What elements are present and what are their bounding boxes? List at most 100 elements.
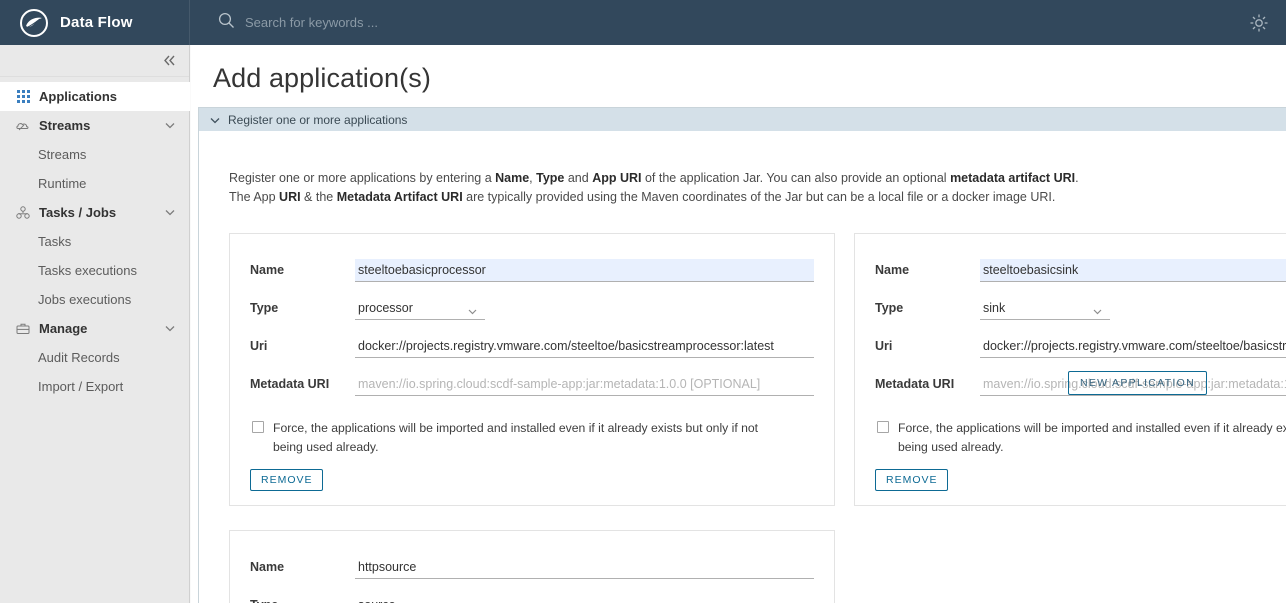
metadata-uri-input[interactable] (355, 373, 814, 396)
sidebar-item-jobs-executions[interactable]: Jobs executions (0, 285, 189, 314)
desc-text: & the (301, 190, 337, 204)
sidebar-item-tasks-jobs[interactable]: Tasks / Jobs (0, 198, 189, 227)
type-label: Type (250, 301, 355, 315)
panel-header[interactable]: Register one or more applications (199, 108, 1286, 131)
sidebar-item-label: Import / Export (38, 379, 123, 394)
uri-field-row: Uri (875, 327, 1286, 365)
panel-description: Register one or more applications by ent… (199, 131, 1286, 207)
description-line-2: The App URI & the Metadata Artifact URI … (229, 188, 1286, 207)
sidebar-item-tasks-executions[interactable]: Tasks executions (0, 256, 189, 285)
sidebar-item-label: Streams (39, 118, 90, 133)
chevron-down-icon[interactable] (165, 325, 175, 332)
search-area (218, 12, 1244, 34)
type-select[interactable]: appsourceprocessorsinktask (980, 297, 1110, 320)
double-chevron-left-icon[interactable] (162, 54, 177, 67)
main-content: Add application(s) Register one or more … (191, 45, 1286, 603)
grid-icon (16, 90, 30, 104)
cloud-icon (16, 119, 30, 133)
sidebar-item-audit-records[interactable]: Audit Records (0, 343, 189, 372)
sidebar-item-label: Audit Records (38, 350, 120, 365)
desc-bold-appuri: App URI (592, 171, 641, 185)
force-label: Force, the applications will be imported… (273, 419, 763, 457)
sidebar-item-streams[interactable]: Streams (0, 111, 189, 140)
force-label: Force, the applications will be imported… (898, 419, 1286, 457)
sidebar-item-label: Tasks (38, 234, 71, 249)
sidebar-item-label: Jobs executions (38, 292, 131, 307)
sidebar-item-tasks[interactable]: Tasks (0, 227, 189, 256)
name-input[interactable] (355, 259, 814, 282)
uri-field-row: Uri (250, 327, 814, 365)
card-row: NameTypeappsourceprocessorsinktaskUriMet… (229, 530, 1286, 603)
type-field-row: Typeappsourceprocessorsinktask (250, 289, 814, 327)
name-input[interactable] (355, 556, 814, 579)
sidebar-nav: Applications Streams Streams Runtime Tasks /… (0, 77, 189, 401)
desc-bold-name: Name (495, 171, 529, 185)
description-line-1: Register one or more applications by ent… (229, 169, 1286, 188)
register-panel: Register one or more applications Regist… (198, 107, 1286, 603)
sidebar-item-label: Tasks / Jobs (39, 205, 116, 220)
sidebar-item-manage[interactable]: Manage (0, 314, 189, 343)
sidebar-item-streams[interactable]: Streams (0, 140, 189, 169)
sidebar-item-label: Applications (39, 89, 117, 104)
sidebar-item-label: Streams (38, 147, 86, 162)
chevron-down-icon[interactable] (165, 209, 175, 216)
force-row: Force, the applications will be imported… (250, 419, 814, 457)
card-row: NameTypeappsourceprocessorsinktaskUriMet… (229, 233, 1286, 506)
sidebar-item-import-export[interactable]: Import / Export (0, 372, 189, 401)
name-label: Name (250, 560, 355, 574)
panel-header-label: Register one or more applications (228, 113, 407, 127)
name-field-row: Name (875, 251, 1286, 289)
name-input[interactable] (980, 259, 1286, 282)
type-field-row: Typeappsourceprocessorsinktask (875, 289, 1286, 327)
sidebar-collapse-row (0, 45, 189, 77)
search-icon (218, 12, 235, 34)
desc-text: Register one or more applications by ent… (229, 171, 495, 185)
type-select[interactable]: appsourceprocessorsinktask (355, 297, 485, 320)
uri-input[interactable] (980, 335, 1286, 358)
desc-bold-metadata-artifact: Metadata Artifact URI (337, 190, 463, 204)
sidebar-item-runtime[interactable]: Runtime (0, 169, 189, 198)
force-checkbox[interactable] (252, 421, 264, 433)
sidebar: Applications Streams Streams Runtime Tasks /… (0, 45, 190, 603)
sidebar-item-applications[interactable]: Applications (0, 82, 190, 111)
metadata-uri-field-row: Metadata URI (250, 365, 814, 403)
tasks-icon (16, 206, 30, 220)
brand[interactable]: Data Flow (0, 0, 190, 45)
name-label: Name (250, 263, 355, 277)
new-application-button[interactable]: NEW APPLICATION (1068, 371, 1207, 395)
desc-bold-uri: URI (279, 190, 301, 204)
chevron-down-icon[interactable] (165, 122, 175, 129)
sidebar-item-label: Manage (39, 321, 87, 336)
app-header: Data Flow (0, 0, 1286, 45)
desc-text: . (1075, 171, 1078, 185)
briefcase-icon (16, 322, 30, 336)
name-field-row: Name (250, 548, 814, 586)
name-field-row: Name (250, 251, 814, 289)
remove-button[interactable]: REMOVE (875, 469, 948, 491)
type-label: Type (875, 301, 980, 315)
desc-text: and (564, 171, 592, 185)
type-label: Type (250, 598, 355, 603)
application-cards: NameTypeappsourceprocessorsinktaskUriMet… (199, 233, 1286, 603)
desc-text: of the application Jar. You can also pro… (642, 171, 951, 185)
desc-text: are typically provided using the Maven c… (463, 190, 1056, 204)
page-title: Add application(s) (191, 45, 1286, 102)
gear-icon[interactable] (1244, 8, 1274, 38)
uri-label: Uri (875, 339, 980, 353)
force-checkbox[interactable] (877, 421, 889, 433)
panel-body: Register one or more applications by ent… (199, 131, 1286, 603)
uri-label: Uri (250, 339, 355, 353)
chevron-down-icon (210, 113, 220, 127)
search-input[interactable] (245, 15, 645, 30)
application-card: Name Typeappsourceprocessorsinktask Uri Met… (854, 233, 1286, 506)
application-card: Name Typeappsourceprocessorsinktask Uri Met… (229, 233, 835, 506)
brand-title: Data Flow (60, 14, 133, 31)
type-select[interactable]: appsourceprocessorsinktask (355, 594, 485, 603)
new-application-wrap: NEW APPLICATION (1068, 371, 1207, 395)
uri-input[interactable] (355, 335, 814, 358)
remove-button[interactable]: REMOVE (250, 469, 323, 491)
metadata-uri-label: Metadata URI (875, 377, 980, 391)
name-label: Name (875, 263, 980, 277)
desc-bold-metadata: metadata artifact URI (950, 171, 1075, 185)
sidebar-item-label: Runtime (38, 176, 86, 191)
